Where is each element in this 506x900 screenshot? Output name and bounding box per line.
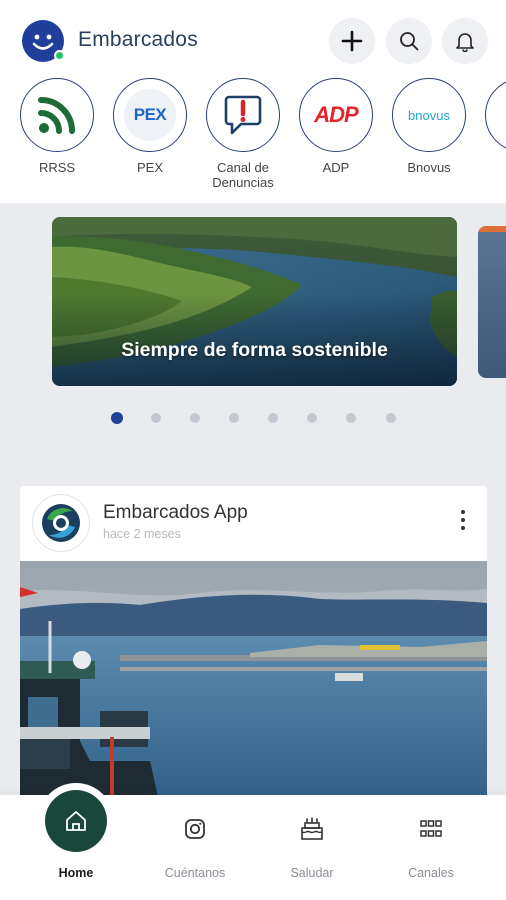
kebab-dot [461, 510, 465, 514]
post-timestamp: hace 2 meses [103, 527, 181, 541]
carousel-pagination [0, 411, 506, 425]
nav-home-label[interactable]: Home [26, 866, 126, 880]
post-author-avatar[interactable] [32, 494, 90, 552]
adp-logo: ADP [314, 102, 358, 127]
pagination-dot[interactable] [268, 413, 278, 423]
rss-icon [38, 97, 75, 134]
post-image[interactable] [20, 561, 487, 806]
carousel-banner[interactable]: Siempre de forma sostenible [52, 217, 457, 386]
nav-canales[interactable] [416, 815, 446, 843]
profile-avatar[interactable] [22, 20, 65, 62]
pagination-dot[interactable] [386, 413, 396, 423]
more-options-button[interactable] [459, 510, 467, 536]
kebab-dot [461, 518, 465, 522]
pagination-dot[interactable] [229, 413, 239, 423]
channel-bnovus-circle: bnovus [392, 78, 466, 152]
search-button[interactable] [386, 18, 432, 64]
nav-home[interactable] [45, 790, 107, 852]
grid-icon [420, 820, 442, 837]
channel-pex-circle: PEX [113, 78, 187, 152]
pagination-dot[interactable] [151, 413, 161, 423]
pagination-dot[interactable] [307, 413, 317, 423]
channel-label: Canal de Denuncias [212, 160, 274, 190]
pagination-dot[interactable] [346, 413, 356, 423]
add-button[interactable] [329, 18, 375, 64]
next-carousel-banner[interactable] [478, 226, 506, 378]
pagination-dot[interactable] [111, 412, 123, 424]
post-author-name[interactable]: Embarcados App [103, 502, 248, 524]
home-icon [66, 811, 86, 831]
channel-partial[interactable] [484, 78, 506, 152]
kebab-dot [461, 526, 465, 530]
bnovus-logo: bnovus [408, 107, 450, 123]
nav-saludar[interactable] [297, 815, 327, 843]
banner-strip [478, 226, 506, 232]
search-icon [400, 32, 419, 51]
channel-label: ADP [322, 160, 350, 175]
nav-saludar-label[interactable]: Saludar [262, 866, 362, 880]
channel-label: PEX [136, 160, 163, 175]
channel-adp[interactable]: ADP ADP [298, 78, 374, 175]
channel-partial-circle [485, 78, 506, 152]
channel-pex[interactable]: PEX PEX [112, 78, 188, 175]
birthday-cake-icon [301, 817, 323, 840]
instagram-icon [185, 819, 205, 839]
channel-label: RRSS [38, 160, 76, 175]
embarcados-logo-icon [42, 504, 80, 542]
channel-canal-denuncias[interactable]: Canal de Denuncias [205, 78, 281, 190]
channel-denuncias-circle [206, 78, 280, 152]
banner-caption: Siempre de forma sostenible [121, 339, 388, 361]
channel-adp-circle: ADP [299, 78, 373, 152]
nav-cuentanos-label[interactable]: Cuéntanos [145, 866, 245, 880]
nav-canales-label[interactable]: Canales [381, 866, 481, 880]
pagination-dot[interactable] [190, 413, 200, 423]
channel-label: Bnovus [407, 160, 451, 175]
pex-logo-text: PEX [133, 105, 167, 124]
notifications-button[interactable] [442, 18, 488, 64]
plus-icon [341, 30, 363, 52]
report-speech-icon [224, 95, 262, 135]
pex-logo: PEX [124, 89, 176, 141]
post-card[interactable]: Embarcados App hace 2 meses [20, 486, 487, 806]
channels-row: RRSS PEX PEX Canal de Denuncias ADP ADP … [0, 78, 506, 196]
bell-icon [456, 33, 474, 52]
channel-bnovus[interactable]: bnovus Bnovus [391, 78, 467, 175]
nav-cuentanos[interactable] [180, 815, 210, 843]
channel-rrss[interactable]: RRSS [19, 78, 95, 175]
channel-rrss-circle [20, 78, 94, 152]
app-title: Embarcados [78, 28, 198, 51]
online-status-dot [54, 50, 65, 61]
